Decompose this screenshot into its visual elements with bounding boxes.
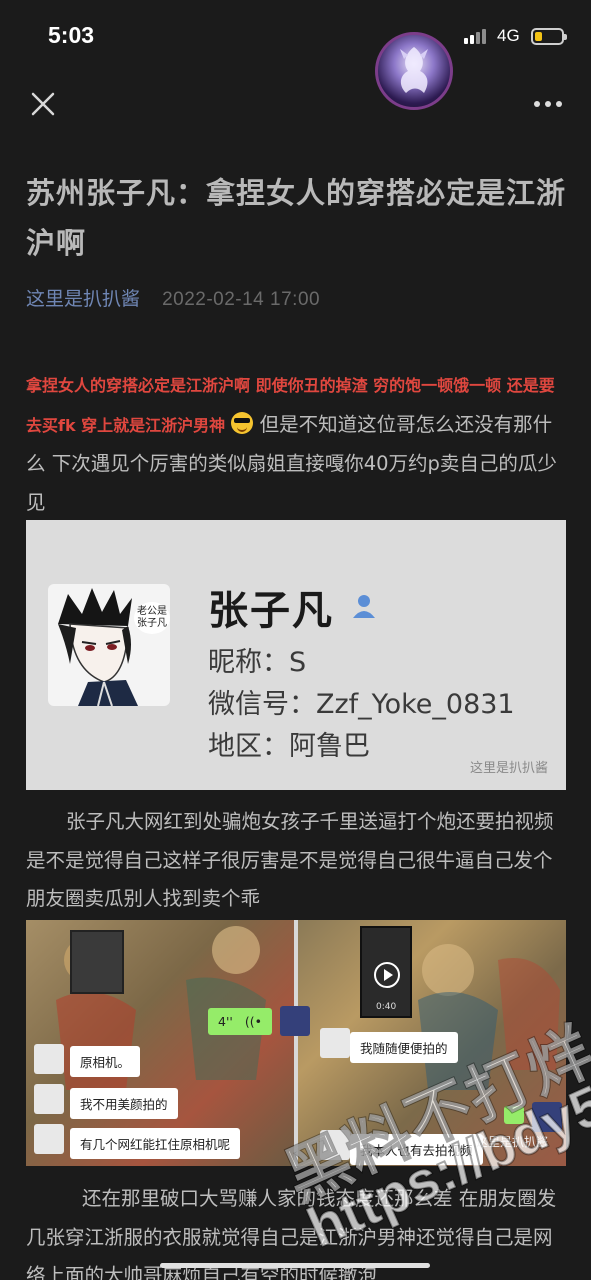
profile-avatar-image: 老公是 张子凡	[48, 584, 170, 706]
sent-message	[504, 1106, 524, 1124]
chat-message: 我不用美颜拍的	[70, 1088, 178, 1119]
article-paragraph-2: 张子凡大网红到处骗炮女孩子千里送逼打个炮还要拍视频是不是觉得自己这样子很厉害是不…	[26, 810, 554, 910]
voice-duration: 4''	[218, 1014, 233, 1029]
more-options-button[interactable]	[528, 94, 568, 114]
chat-avatar	[34, 1124, 64, 1154]
article-meta: 这里是扒扒酱 2022-02-14 17:00	[26, 284, 320, 311]
cool-emoji-icon	[231, 411, 254, 434]
voice-wave-icon: ((•	[244, 1014, 262, 1029]
battery-icon	[531, 28, 567, 45]
publish-date: 2022-02-14 17:00	[162, 289, 321, 310]
article-title: 苏州张子凡：拿捏女人的穿搭必定是江浙沪啊	[26, 176, 567, 260]
video-message: 0:40	[360, 926, 412, 1018]
chat-screenshot-image: 4'' ((• 原相机。 我不用美颜拍的 有几个网红能扛住原相机呢 0:40 我…	[26, 920, 566, 1166]
profile-region: 地区：阿鲁巴	[208, 731, 370, 762]
status-bar: 5:03 4G	[0, 0, 591, 70]
chat-avatar	[280, 1006, 310, 1036]
signal-icon	[464, 28, 492, 44]
chat-message: 我随随便便拍的	[350, 1032, 458, 1063]
voice-message: 4'' ((•	[208, 1008, 272, 1035]
more-dot-icon	[545, 101, 551, 107]
account-avatar[interactable]	[375, 32, 453, 110]
chat-avatar	[320, 1130, 350, 1160]
chat-message: 有几个网红能扛住原相机呢	[70, 1128, 241, 1159]
profile-card-image: 老公是 张子凡 张子凡 昵称：S 微信号：Zzf_Yoke_0831 地区：阿鲁…	[26, 520, 566, 790]
close-button[interactable]	[27, 88, 59, 120]
author-link[interactable]: 这里是扒扒酱	[26, 288, 140, 310]
network-type: 4G	[497, 26, 520, 45]
close-icon	[31, 92, 55, 116]
more-dot-icon	[534, 101, 540, 107]
status-time: 5:03	[48, 22, 95, 48]
home-indicator[interactable]	[160, 1263, 430, 1268]
video-duration: 0:40	[376, 1002, 397, 1012]
chat-avatar	[34, 1084, 64, 1114]
chat-avatar	[320, 1028, 350, 1058]
image-watermark: 这里是扒扒酱	[469, 761, 548, 776]
chat-message: 原相机。	[70, 1046, 141, 1077]
chat-thumbnail	[70, 930, 124, 994]
profile-wechat-id: 微信号：Zzf_Yoke_0831	[208, 689, 515, 720]
more-dot-icon	[556, 101, 562, 107]
chat-avatar	[34, 1044, 64, 1074]
profile-nickname: 昵称：S	[208, 647, 307, 678]
person-icon	[353, 595, 375, 618]
avatar-caption: 老公是 张子凡	[134, 602, 170, 634]
article-paragraph-1: 拿捏女人的穿搭必定是江浙沪啊 即使你丑的掉渣 穷的饱一顿饿一顿 还是要去买fk …	[26, 366, 566, 522]
image-watermark: 这里是扒扒酱	[475, 1135, 548, 1149]
play-icon	[374, 962, 400, 988]
chat-message: 我本人也有去拍视频	[350, 1134, 483, 1165]
profile-name: 张子凡	[208, 588, 334, 634]
chat-avatar	[532, 1102, 562, 1132]
